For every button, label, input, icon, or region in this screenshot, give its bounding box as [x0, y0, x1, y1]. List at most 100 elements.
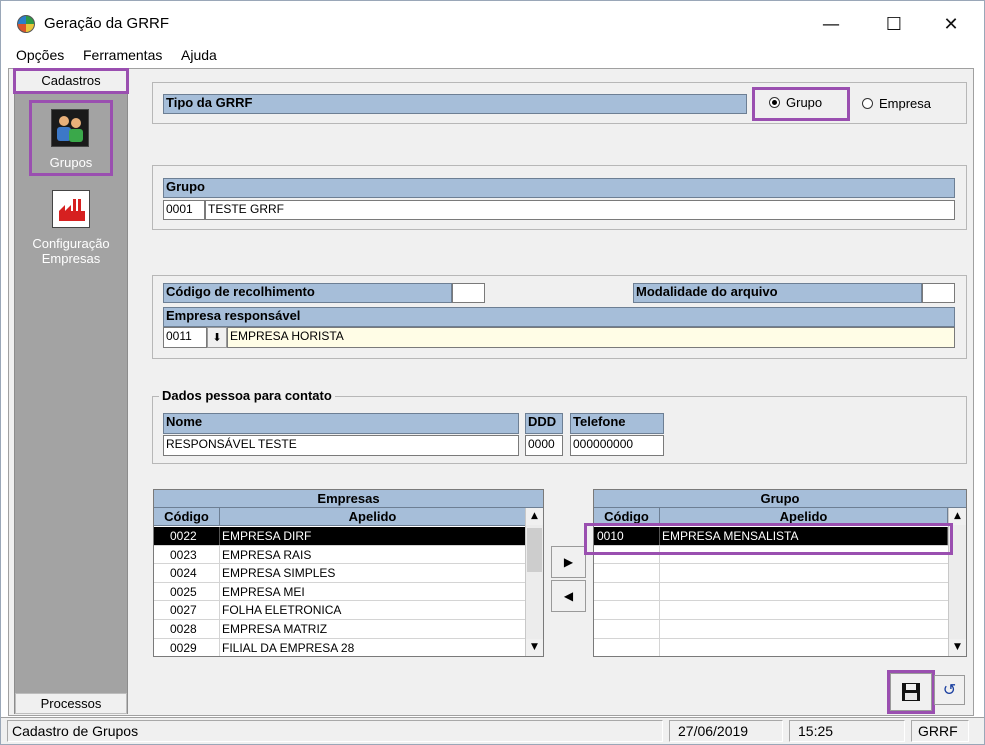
status-bar: Cadastro de Grupos 27/06/2019 15:25 GRRF [1, 717, 984, 744]
cell-apelido: FILIAL DA EMPRESA 28 [220, 638, 526, 656]
status-time: 15:25 [789, 720, 905, 742]
grupo-col-codigo[interactable]: Código [594, 508, 660, 526]
empty-cell [594, 564, 660, 582]
sidebar-header-cadastros[interactable]: Cadastros [13, 68, 129, 94]
status-module: GRRF [911, 720, 969, 742]
empresas-grid-caption: Empresas [154, 490, 543, 508]
sidebar-item-label: Grupos [49, 155, 93, 170]
menu-ajuda[interactable]: Ajuda [181, 47, 217, 63]
tipo-label: Tipo da GRRF [163, 94, 747, 114]
radio-unchecked-icon [862, 98, 873, 109]
empty-row [594, 620, 948, 639]
title-bar: Geração da GRRF — ☐ ✕ [1, 1, 984, 45]
minimize-icon[interactable]: — [808, 9, 854, 41]
empty-cell [594, 620, 660, 638]
cell-codigo: 0023 [154, 545, 220, 564]
empty-row [594, 582, 948, 602]
move-right-button[interactable]: ▶ [551, 546, 586, 578]
empresas-grid: Empresas Código Apelido 0022 EMPRESA DIRF… [153, 489, 544, 657]
modalidade-field[interactable] [922, 283, 955, 303]
menu-bar: Opções Ferramentas Ajuda [1, 45, 984, 67]
empty-row [594, 638, 948, 656]
table-row[interactable]: 0025 EMPRESA MEI [154, 582, 526, 602]
cell-apelido: EMPRESA MENSALISTA [660, 527, 948, 545]
scroll-up-icon[interactable]: ▲ [949, 508, 966, 525]
menu-opcoes[interactable]: Opções [16, 47, 64, 63]
menu-ferramentas[interactable]: Ferramentas [83, 47, 162, 63]
empresa-responsavel-name[interactable]: EMPRESA HORISTA [227, 327, 955, 348]
nome-label: Nome [163, 413, 519, 434]
codigo-recolhimento-label: Código de recolhimento [163, 283, 452, 303]
cell-codigo: 0024 [154, 564, 220, 582]
status-date: 27/06/2019 [669, 720, 783, 742]
table-row[interactable]: 0024 EMPRESA SIMPLES [154, 564, 526, 583]
ddd-field[interactable]: 0000 [525, 435, 563, 456]
empty-cell [594, 545, 660, 564]
sidebar-item-label: Configuração Empresas [32, 236, 110, 266]
empty-row [594, 545, 948, 565]
table-row[interactable]: 0023 EMPRESA RAIS [154, 545, 526, 565]
empresa-responsavel-label: Empresa responsável [163, 307, 955, 327]
scroll-down-icon[interactable]: ▼ [949, 639, 966, 656]
ddd-label: DDD [525, 413, 563, 434]
table-row[interactable]: 0022 EMPRESA DIRF [154, 527, 526, 546]
table-row[interactable]: 0028 EMPRESA MATRIZ [154, 620, 526, 639]
radio-grupo-label: Grupo [786, 95, 823, 110]
modalidade-label: Modalidade do arquivo [633, 283, 922, 303]
save-button[interactable] [887, 670, 935, 714]
empty-row [594, 564, 948, 583]
cell-codigo: 0025 [154, 582, 220, 601]
cell-apelido: EMPRESA MEI [220, 582, 526, 601]
move-left-button[interactable]: ◀ [551, 580, 586, 612]
cell-apelido: EMPRESA DIRF [220, 527, 526, 545]
nome-field[interactable]: RESPONSÁVEL TESTE [163, 435, 519, 456]
empresas-scrollbar[interactable]: ▲ ▼ [525, 508, 543, 656]
grupo-name-field[interactable]: TESTE GRRF [205, 200, 955, 220]
factory-icon [52, 190, 90, 228]
lookup-download-icon[interactable]: ⬇ [207, 327, 227, 348]
grupo-label: Grupo [163, 178, 955, 198]
scroll-down-icon[interactable]: ▼ [526, 639, 543, 656]
cell-apelido: FOLHA ELETRONICA [220, 601, 526, 619]
table-row[interactable]: 0027 FOLHA ELETRONICA [154, 601, 526, 620]
sidebar-item-configuracao-empresas[interactable]: Configuração Empresas [14, 190, 128, 270]
sidebar-item-grupos[interactable]: Grupos [29, 100, 113, 176]
cell-codigo: 0022 [154, 527, 220, 545]
radio-empresa-label: Empresa [879, 96, 932, 111]
empresas-col-apelido[interactable]: Apelido [220, 508, 526, 526]
cell-apelido: EMPRESA MATRIZ [220, 620, 526, 638]
radio-empresa[interactable]: Empresa [862, 96, 931, 111]
cell-codigo: 0027 [154, 601, 220, 619]
radio-grupo[interactable]: Grupo [752, 87, 850, 121]
radio-checked-icon [769, 97, 780, 108]
grupo-col-apelido[interactable]: Apelido [660, 508, 948, 526]
window-title: Geração da GRRF [44, 15, 170, 32]
grupo-code-field[interactable]: 0001 [163, 200, 205, 220]
cell-codigo: 0010 [594, 527, 660, 545]
undo-button[interactable]: ↺ [934, 675, 965, 705]
scroll-thumb[interactable] [527, 528, 542, 572]
grupo-scrollbar[interactable]: ▲ ▼ [948, 508, 966, 656]
cell-apelido: EMPRESA SIMPLES [220, 564, 526, 582]
table-row[interactable]: 0029 FILIAL DA EMPRESA 28 [154, 638, 526, 656]
sidebar-footer-processos[interactable]: Processos [15, 693, 127, 714]
telefone-label: Telefone [570, 413, 664, 434]
telefone-field[interactable]: 000000000 [570, 435, 664, 456]
status-message: Cadastro de Grupos [7, 720, 663, 742]
codigo-recolhimento-field[interactable] [452, 283, 485, 303]
empresa-responsavel-code[interactable]: 0011 [163, 327, 207, 348]
floppy-disk-icon [902, 683, 920, 701]
empresas-col-codigo[interactable]: Código [154, 508, 220, 526]
maximize-icon[interactable]: ☐ [871, 9, 917, 41]
close-icon[interactable]: ✕ [928, 9, 974, 41]
users-icon [51, 109, 89, 147]
grupo-grid: Grupo Código Apelido 0010 EMPRESA MENSALI… [593, 489, 967, 657]
scroll-up-icon[interactable]: ▲ [526, 508, 543, 525]
table-row[interactable]: 0010 EMPRESA MENSALISTA [594, 527, 948, 546]
app-globe-icon [17, 15, 35, 33]
cell-codigo: 0028 [154, 620, 220, 638]
empty-cell [594, 601, 660, 619]
empty-cell [594, 638, 660, 656]
empty-row [594, 601, 948, 620]
grupo-grid-caption: Grupo [594, 490, 966, 508]
